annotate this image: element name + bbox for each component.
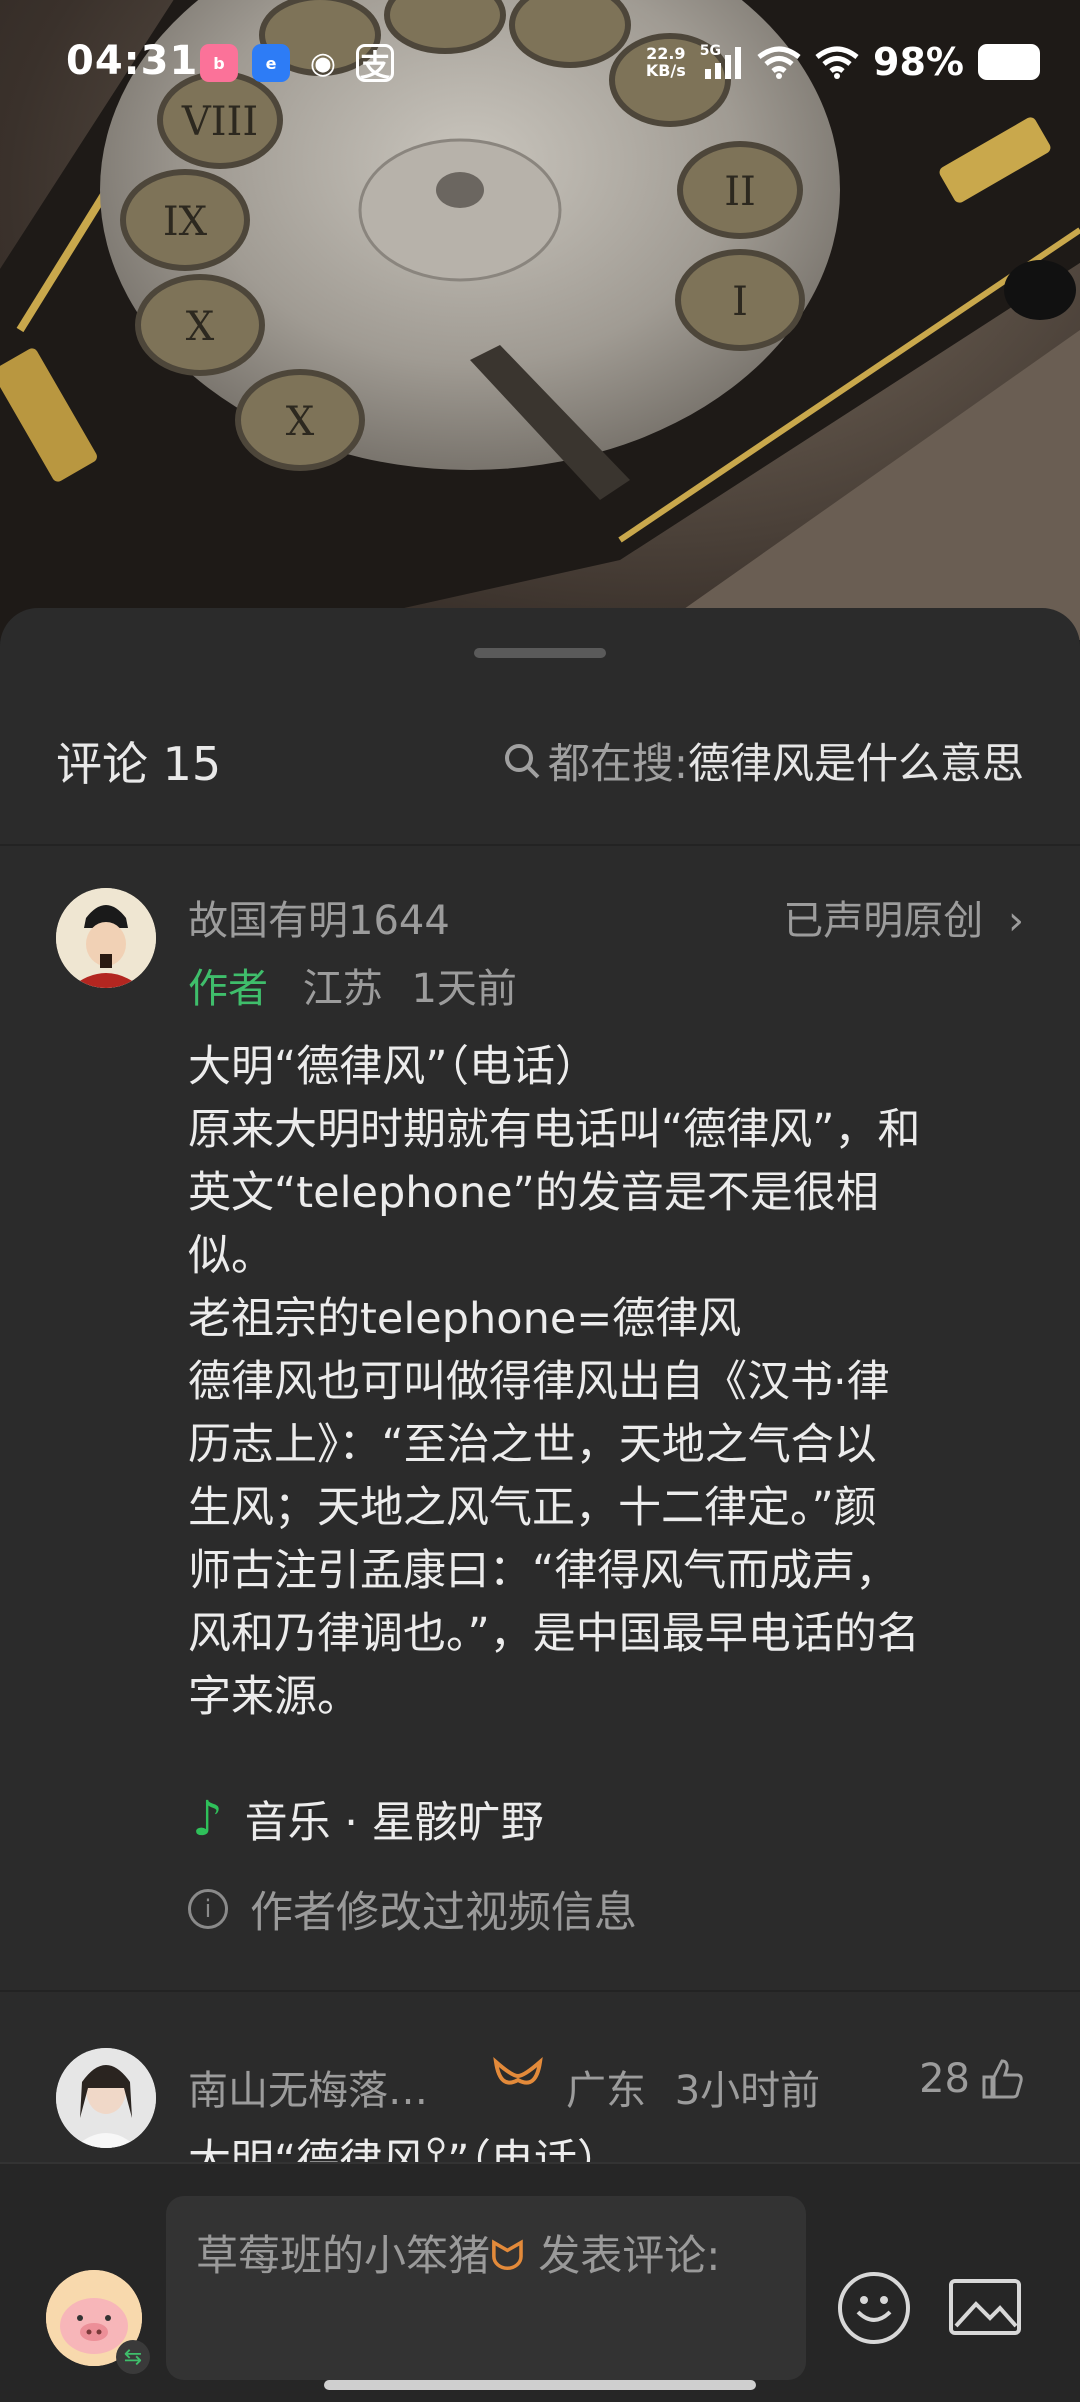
comment-meta: 广东 3小时前 xyxy=(566,2068,821,2114)
sheet-header: 评论 15 都在搜: 德律风是什么意思 xyxy=(0,718,1080,798)
info-icon: i xyxy=(188,1889,228,1929)
svg-text:X: X xyxy=(286,399,315,445)
trending-term[interactable]: 德律风是什么意思 xyxy=(688,730,1024,791)
input-placeholder: 发表评论: xyxy=(524,2231,721,2280)
svg-text:II: II xyxy=(724,169,756,215)
svg-text:I: I xyxy=(732,279,748,325)
like-button[interactable]: 28 xyxy=(919,2056,1024,2102)
comment-input[interactable]: 草莓班的小笨猪ᗢ 发表评论: xyxy=(166,2196,806,2380)
edit-notice: i 作者修改过视频信息 xyxy=(188,1878,637,1940)
trending-prefix: 都在搜: xyxy=(547,739,688,788)
svg-text:X: X xyxy=(186,304,215,350)
original-claim-link[interactable]: 已声明原创 › xyxy=(783,888,1024,946)
comment-text: 大明“德律风”（电话） 原来大明时期就有电话叫“德律风”，和 英文“teleph… xyxy=(188,1042,921,1722)
trending-search[interactable]: 都在搜: 德律风是什么意思 xyxy=(502,730,1024,791)
comment-location: 江苏 xyxy=(302,966,383,1012)
fan-badge-icon: ᗢ xyxy=(490,2231,525,2280)
like-count: 28 xyxy=(919,2056,970,2102)
battery-icon xyxy=(978,44,1040,80)
comment-time: 1天前 xyxy=(411,966,517,1012)
input-nickname: 草莓班的小笨猪 xyxy=(196,2231,491,2280)
home-indicator[interactable] xyxy=(324,2380,756,2390)
comment-username[interactable]: 南山无梅落… xyxy=(188,2058,428,2116)
author-tag: 作者 xyxy=(188,966,268,1012)
avatar[interactable] xyxy=(56,2048,156,2148)
avatar[interactable] xyxy=(56,888,156,988)
divider xyxy=(0,844,1080,846)
music-note-icon: ♪ xyxy=(192,1791,223,1847)
chevron-right-icon: › xyxy=(1008,898,1024,944)
net-speed: 22.9 KB/s xyxy=(645,44,686,80)
status-bar: 04:31 b e ◉ 支 22.9 KB/s 5G 98% xyxy=(0,0,1080,130)
comment-username[interactable]: 故国有明1644 xyxy=(188,888,450,946)
comment-count: 评论 15 xyxy=(56,737,222,791)
notification-icons: b e ◉ 支 xyxy=(200,44,394,84)
svg-text:IX: IX xyxy=(163,199,208,245)
comment-sheet: 评论 15 都在搜: 德律风是什么意思 故国有明1644 已声明原创 › 作者 … xyxy=(0,608,1080,2400)
divider xyxy=(0,1990,1080,1992)
weibo-icon: ◉ xyxy=(309,45,337,81)
smile-icon xyxy=(856,2296,892,2322)
sheet-drag-handle[interactable] xyxy=(474,648,606,658)
music-link[interactable]: ♪ 音乐 · 星骸旷野 xyxy=(192,1788,544,1850)
app-notification-icon: e xyxy=(252,44,290,82)
emoji-button[interactable] xyxy=(838,2272,910,2344)
wifi-icon-2 xyxy=(815,46,859,79)
search-icon xyxy=(504,743,540,778)
bilibili-icon: b xyxy=(200,44,238,82)
wifi-icon xyxy=(757,46,801,79)
battery-percent: 98% xyxy=(873,40,964,84)
image-icon[interactable] xyxy=(948,2278,1022,2336)
switch-account-icon[interactable]: ⇆ xyxy=(116,2340,150,2374)
thumbs-up-icon xyxy=(982,2059,1023,2099)
signal-icon: 5G xyxy=(700,43,743,79)
fan-badge-icon xyxy=(492,2056,544,2106)
status-time: 04:31 xyxy=(66,38,199,84)
comment-meta: 作者 江苏 1天前 xyxy=(188,956,517,1014)
comment-input-bar: ⇆ 草莓班的小笨猪ᗢ 发表评论: xyxy=(0,2162,1080,2402)
music-title: 音乐 · 星骸旷野 xyxy=(244,1798,544,1848)
edit-notice-text: 作者修改过视频信息 xyxy=(250,1888,637,1938)
app-icon: 支 xyxy=(356,44,394,84)
